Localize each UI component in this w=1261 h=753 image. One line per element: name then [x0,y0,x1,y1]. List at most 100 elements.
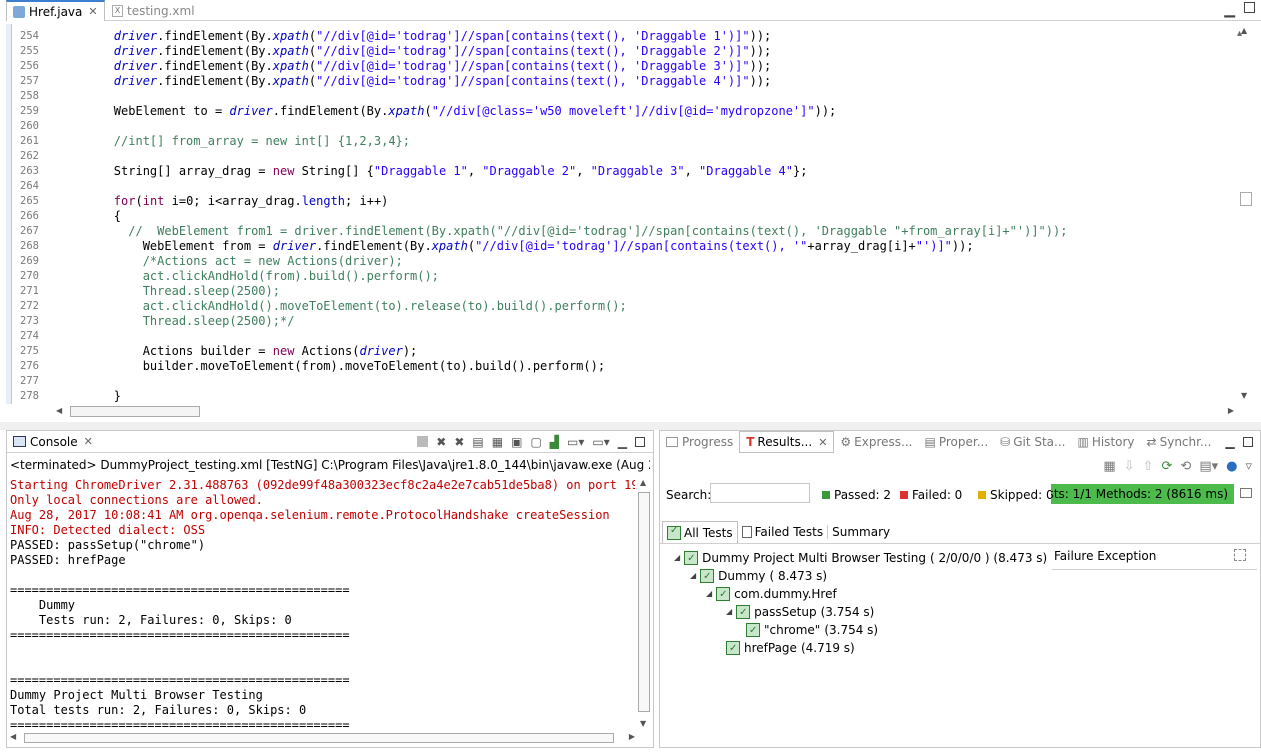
show-on-output-icon[interactable]: ▢ [530,435,541,449]
maximize-icon[interactable] [1242,437,1253,447]
tab-failed-tests[interactable]: Failed Tests [738,525,828,539]
console-horizontal-scrollbar[interactable]: ◀ ▶ [10,732,635,745]
scroll-left-arrow-icon[interactable]: ◀ [10,732,16,741]
tree-expand-icon[interactable]: ◢ [726,603,732,621]
terminate-icon[interactable] [417,436,429,447]
code-line[interactable]: { [56,209,1236,224]
scroll-up-arrow-icon[interactable]: ▲ [640,478,646,487]
tab-results[interactable]: T Results... ✕ [739,431,835,453]
scroll-down-arrow-icon[interactable]: ▼ [1241,391,1247,400]
tree-expand-icon[interactable]: ◢ [690,567,696,585]
code-line[interactable]: act.clickAndHold().moveToElement(to).rel… [56,299,1236,314]
code-line[interactable]: builder.moveToElement(from).moveToElemen… [56,359,1236,374]
remove-all-icon[interactable]: ✖ [454,435,464,449]
rerun-icon[interactable]: ⟳ [1162,459,1173,474]
tab-properties[interactable]: ▤ Proper... [918,435,994,449]
code-line[interactable]: // WebElement from1 = driver.findElement… [56,224,1236,239]
previous-failure-icon[interactable]: ⇧ [1143,459,1154,474]
tab-label: Href.java [29,4,83,19]
pin-console-icon[interactable]: ▟ [550,435,559,449]
console-line: ========================================… [10,583,350,597]
code-line[interactable]: act.clickAndHold(from).build().perform()… [56,269,1236,284]
code-line[interactable]: Thread.sleep(2500);*/ [56,314,1236,329]
code-line[interactable]: //int[] from_array = new int[] {1,2,3,4}… [56,134,1236,149]
clear-results-icon[interactable]: ▦ [1103,459,1115,474]
word-wrap-icon[interactable]: ▣ [511,435,522,449]
code-line[interactable]: driver.findElement(By.xpath("//div[@id='… [56,59,1236,74]
code-line[interactable]: Thread.sleep(2500); [56,284,1236,299]
code-line[interactable]: String[] array_drag = new String[] {"Dra… [56,164,1236,179]
failure-exception-toolbar-icon[interactable] [1234,549,1246,561]
close-icon[interactable]: ✕ [818,436,827,449]
tab-expressions[interactable]: ⚙ Express... [834,435,918,449]
console-vertical-scrollbar[interactable]: ▲ ▼ [637,478,651,728]
minimize-icon[interactable]: ▁ [1225,435,1234,449]
code-line[interactable] [56,179,1236,194]
layout-toggle-icon[interactable] [1240,488,1252,498]
tab-git-staging[interactable]: ⛁ Git Sta... [994,435,1071,449]
tree-node[interactable]: ◢ com.dummy.Href [706,585,837,604]
maximize-icon[interactable] [635,436,645,447]
code-line[interactable] [56,329,1236,344]
maximize-icon[interactable] [1244,2,1255,13]
tab-synchronize[interactable]: ⇄ Synchr... [1141,435,1218,449]
globe-icon[interactable]: ● [1226,459,1237,474]
test-tree[interactable]: ◢ Dummy Project Multi Browser Testing( 2/… [660,545,1050,745]
scroll-left-arrow-icon[interactable]: ◀ [56,406,62,415]
search-input[interactable] [710,483,810,503]
tree-node[interactable]: ◢ Dummy Project Multi Browser Testing( 2/… [674,549,1047,568]
history-dropdown-icon[interactable]: ▤▾ [1199,459,1218,474]
console-output[interactable]: Starting ChromeDriver 2.31.488763 (092de… [10,478,635,733]
rerun-failed-icon[interactable]: ⟲ [1180,459,1191,474]
display-console-icon[interactable]: ▭▾ [567,435,584,449]
clear-console-icon[interactable]: ▤ [472,435,483,449]
code-line[interactable]: WebElement from = driver.findElement(By.… [56,239,1236,254]
scroll-right-arrow-icon[interactable]: ▶ [629,732,635,741]
code-line[interactable]: driver.findElement(By.xpath("//div[@id='… [56,74,1236,89]
tree-node[interactable]: hrefPage (4.719 s) [726,639,855,658]
tab-history[interactable]: ▥ History [1071,435,1140,449]
open-console-icon[interactable]: ▭▾ [592,435,609,449]
tree-node[interactable]: ◢ passSetup (3.754 s) [726,603,874,622]
code-line[interactable]: /*Actions act = new Actions(driver); [56,254,1236,269]
tree-expand-icon[interactable]: ◢ [674,549,680,567]
hscroll-thumb[interactable] [70,406,200,417]
code-line[interactable]: Actions builder = new Actions(driver); [56,344,1236,359]
code-line[interactable] [56,119,1236,134]
scroll-thumb[interactable] [1240,192,1252,206]
editor-vertical-scrollbar[interactable]: ▲ ▼ [1239,24,1253,402]
tab-summary[interactable]: Summary [827,525,894,539]
remove-launch-icon[interactable]: ✖ [436,435,446,449]
code-editor[interactable]: driver.findElement(By.xpath("//div[@id='… [56,29,1236,404]
view-menu-icon[interactable]: ▿ [1245,459,1252,474]
code-line[interactable]: driver.findElement(By.xpath("//div[@id='… [56,29,1236,44]
tab-testing-xml[interactable]: X testing.xml [106,0,201,21]
close-icon[interactable]: ✕ [88,5,97,18]
code-line[interactable]: driver.findElement(By.xpath("//div[@id='… [56,44,1236,59]
minimize-icon[interactable]: ▁ [618,435,627,449]
scroll-thumb[interactable] [638,492,650,712]
code-line[interactable] [56,149,1236,164]
code-line[interactable]: } [56,389,1236,404]
scroll-lock-icon[interactable]: ▦ [492,435,503,449]
hscroll-thumb[interactable] [24,733,614,743]
tree-expand-icon[interactable]: ◢ [706,585,712,603]
close-icon[interactable]: ✕ [84,435,93,448]
scroll-down-arrow-icon[interactable]: ▼ [640,719,646,728]
minimize-icon[interactable]: ▁ [1224,2,1235,18]
code-line[interactable]: WebElement to = driver.findElement(By.xp… [56,104,1236,119]
tree-node[interactable]: "chrome" (3.754 s) [746,621,878,640]
tree-node[interactable]: ◢ Dummy( 8.473 s) [690,567,827,586]
code-line[interactable] [56,374,1236,389]
console-tab-label[interactable]: Console [30,435,78,449]
line-number: 257 [20,75,39,87]
code-line[interactable] [56,89,1236,104]
next-failure-icon[interactable]: ⇩ [1124,459,1135,474]
code-line[interactable]: for(int i=0; i<array_drag.length; i++) [56,194,1236,209]
scroll-right-arrow-icon[interactable]: ▶ [1228,406,1234,415]
tab-href-java[interactable]: Href.java ✕ [6,0,105,21]
tab-all-tests[interactable]: All Tests [662,521,738,543]
line-number: 276 [20,360,39,372]
tab-progress[interactable]: Progress [660,435,739,449]
editor-horizontal-scrollbar[interactable]: ◀ ▶ [56,405,1236,419]
